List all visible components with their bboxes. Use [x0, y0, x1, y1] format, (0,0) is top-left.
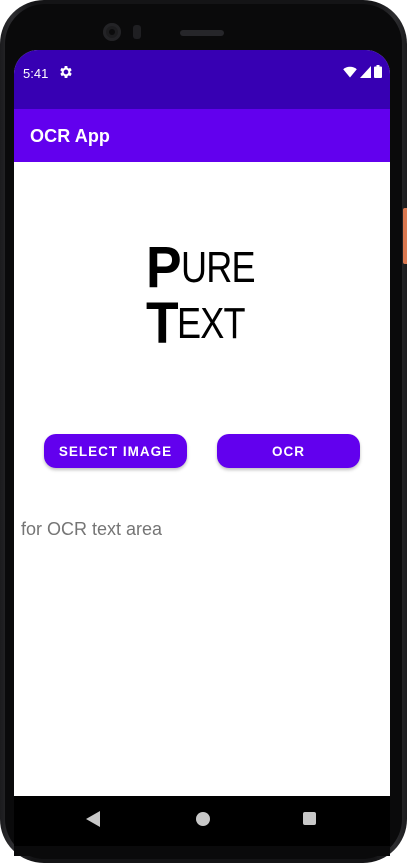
status-time: 5:41: [23, 66, 49, 81]
recents-square-icon[interactable]: [303, 812, 316, 825]
logo-line-1: PURE: [146, 235, 258, 300]
cell-signal-icon: [360, 65, 371, 78]
earpiece-speaker: [180, 30, 224, 36]
gear-icon: [60, 66, 72, 78]
app-title: OCR App: [30, 126, 111, 146]
power-button: [403, 208, 407, 264]
logo-line-2: TEXT: [146, 291, 258, 356]
logo-rest-ure: URE: [180, 243, 256, 292]
phone-frame: 5:41 OCR App PURE TEXT SELECT IMAGE OCR …: [0, 0, 407, 863]
status-icons: [343, 65, 382, 78]
wifi-icon: [343, 66, 357, 77]
screen: 5:41 OCR App PURE TEXT SELECT IMAGE OCR …: [14, 50, 390, 846]
back-triangle-icon[interactable]: [86, 811, 100, 827]
logo-initial-p: P: [146, 235, 182, 300]
sensor-icon: [133, 25, 141, 39]
battery-icon: [374, 65, 382, 78]
status-bar: 5:41: [14, 50, 390, 109]
pure-text-logo: PURE TEXT: [146, 235, 258, 356]
navigation-bar: [14, 796, 390, 846]
ocr-result-text: for OCR text area: [21, 519, 163, 539]
home-circle-icon[interactable]: [196, 812, 210, 826]
phone-chin: [14, 846, 390, 856]
logo-initial-t: T: [146, 291, 179, 356]
logo-rest-ext: EXT: [177, 299, 246, 348]
ocr-button[interactable]: OCR: [217, 434, 360, 468]
app-bar: OCR App: [14, 109, 390, 162]
front-camera-icon: [103, 23, 121, 41]
select-image-button[interactable]: SELECT IMAGE: [44, 434, 187, 468]
